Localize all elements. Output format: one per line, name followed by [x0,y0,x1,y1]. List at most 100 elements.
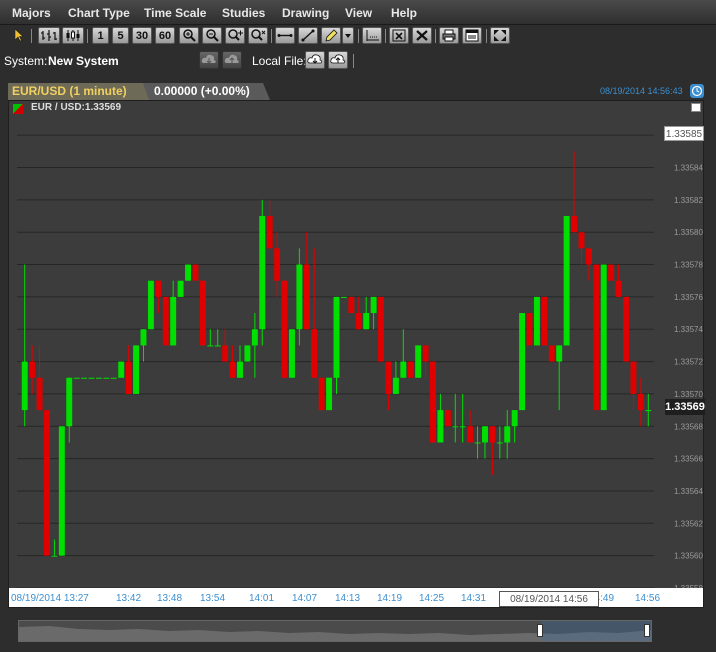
candle-body [199,280,206,346]
range-navigator[interactable] [18,620,652,642]
navigator-left-handle[interactable] [537,624,543,637]
navigator-right-handle[interactable] [644,624,650,637]
system-label: System: [4,54,48,68]
candle-body [162,296,169,346]
period-60-button[interactable]: 60 [155,27,175,44]
navigator-preview [19,621,651,641]
candle-body [110,377,117,379]
toolbar-separator [87,29,88,43]
candle-body [571,216,578,233]
candle-body [474,442,481,444]
candle-body [340,296,347,298]
window-icon[interactable] [462,27,482,44]
print-icon[interactable] [439,27,459,44]
cloud-upload-icon[interactable] [222,51,242,69]
candle-body [585,248,592,265]
menu-time-scale[interactable]: Time Scale [144,6,206,20]
menu-help[interactable]: Help [391,6,417,20]
price-tick-label: 1.33570 [674,390,703,399]
candle-body [623,296,629,362]
candle-body [326,377,333,411]
zoom-in-icon[interactable] [179,27,199,44]
period-1-button[interactable]: 1 [92,27,109,44]
candle-body [81,377,88,379]
zoom-reset-icon[interactable] [248,27,268,44]
period-5-button[interactable]: 5 [112,27,129,44]
system-name[interactable]: New System [48,54,119,68]
candle-body [296,264,303,330]
candle-body [281,280,288,378]
candle-body [600,264,607,411]
candle-body [51,555,58,557]
toolbar-separator [353,54,354,68]
pencil-icon[interactable] [321,27,341,44]
cloud-download-icon[interactable] [199,51,219,69]
chart-tab-title[interactable]: EUR/USD (1 minute) [12,83,127,100]
price-tick-label: 1.33574 [674,325,703,334]
candle-body [489,426,496,443]
ohlc-bars-icon[interactable] [38,27,60,44]
candle-body [496,442,503,444]
candle-body [563,216,570,346]
menu-chart-type[interactable]: Chart Type [68,6,130,20]
drawing-dropdown-icon[interactable] [342,27,354,44]
candle-body [133,345,140,394]
candle-body [363,313,370,330]
candle-body [533,296,540,346]
candle-body [556,345,563,362]
menu-view[interactable]: View [345,6,372,20]
menu-drawing[interactable]: Drawing [282,6,329,20]
price-tick-label: 1.33578 [674,261,703,270]
price-tick-label: 1.33582 [674,196,703,205]
candle-body [430,361,436,443]
zoom-out-icon[interactable] [202,27,222,44]
candle-body [333,296,340,378]
candle-body [422,345,429,362]
candle-body [66,377,73,427]
local-file-save-icon[interactable] [328,51,348,69]
candle-body [29,361,36,378]
candle-body [348,296,355,314]
candle-body [125,361,132,394]
candle-body [452,426,459,428]
candle-body [140,329,147,346]
candle-body [415,345,422,378]
time-tick-label: 14:01 [249,593,274,604]
time-tick-label: 13:42 [116,593,141,604]
candlestick-icon[interactable] [62,27,84,44]
panel-minimize-icon[interactable] [691,103,701,112]
price-tick-label: 1.33580 [674,228,703,237]
horizontal-line-icon[interactable] [275,27,295,44]
candle-series [21,151,652,557]
candle-body [103,377,110,379]
candle-body [511,410,518,427]
crosshair-icon[interactable] [362,27,382,44]
toolbar-separator [358,29,359,43]
clock-icon[interactable] [690,84,704,98]
price-tick-label: 1.33560 [674,552,703,561]
local-file-open-icon[interactable] [305,51,325,69]
toolbar-separator [486,29,487,43]
pointer-icon[interactable] [12,27,26,44]
candle-body [378,296,385,362]
candlestick-chart[interactable]: 1.335861.335841.335821.335801.335781.335… [9,101,703,607]
delete-all-icon[interactable] [412,27,432,44]
candle-body [519,313,526,411]
fullscreen-icon[interactable] [490,27,510,44]
candle-body [303,264,310,330]
menu-majors[interactable]: Majors [12,6,51,20]
candle-body [36,377,43,411]
trend-line-icon[interactable] [298,27,318,44]
time-cursor-label: 08/19/2014 14:56 [499,591,599,607]
zoom-range-icon[interactable] [225,27,245,44]
candle-body [407,361,414,378]
candle-body [504,426,511,443]
delete-selected-icon[interactable] [389,27,409,44]
candle-body [370,296,377,314]
time-tick-label: 14:56 [635,593,660,604]
candle-body [192,264,199,281]
toolbar-separator [31,29,32,43]
candle-body [645,410,652,412]
menu-studies[interactable]: Studies [222,6,265,20]
period-30-button[interactable]: 30 [132,27,152,44]
